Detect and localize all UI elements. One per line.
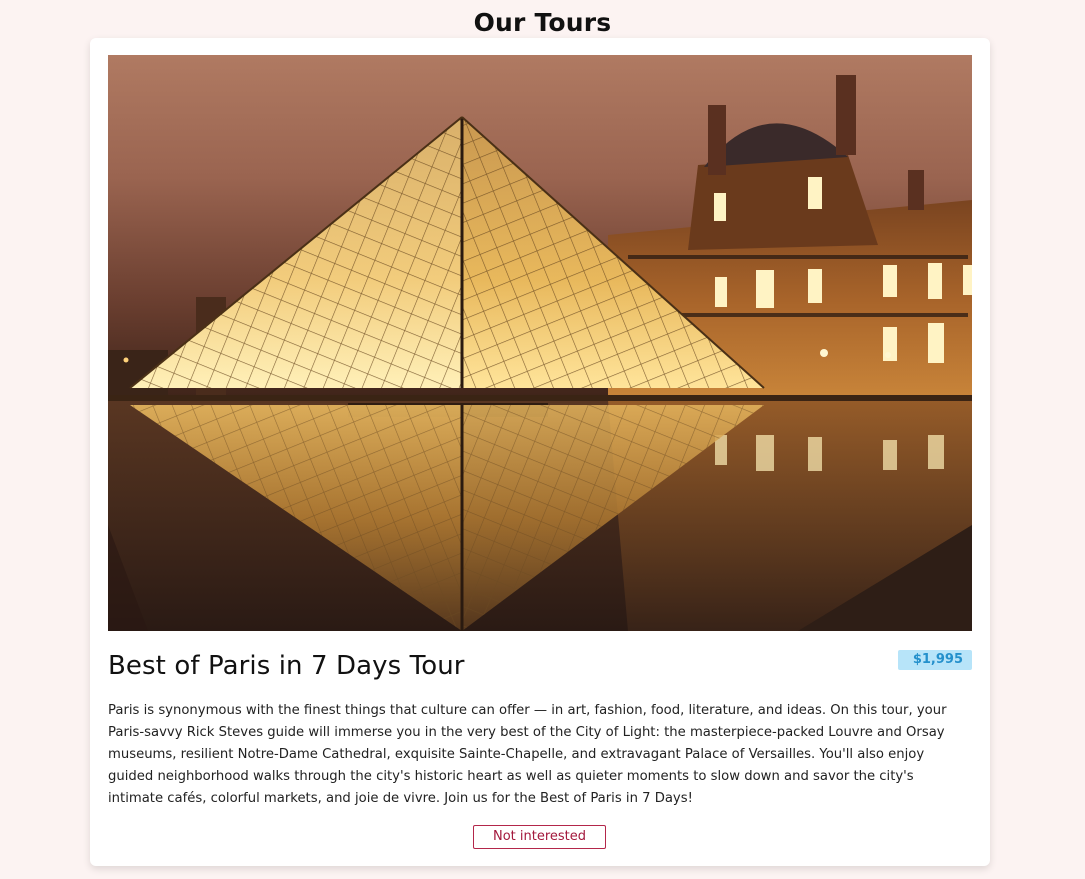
tour-name: Best of Paris in 7 Days Tour: [108, 651, 465, 681]
tour-card: Best of Paris in 7 Days Tour $1,995 Pari…: [90, 38, 990, 866]
tour-description: Paris is synonymous with the finest thin…: [108, 703, 947, 806]
page-title: Our Tours: [473, 8, 612, 37]
price-badge: $1,995: [897, 650, 972, 670]
tour-image: [108, 55, 972, 631]
not-interested-button[interactable]: Not interested: [473, 825, 606, 849]
